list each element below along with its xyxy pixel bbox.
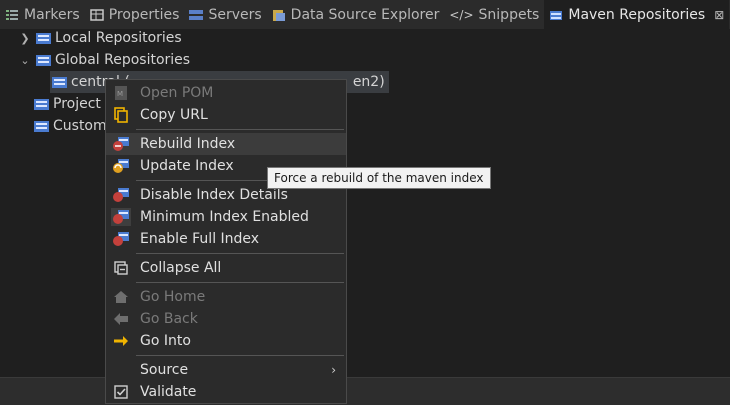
tab-snippets[interactable]: </> Snippets [444, 0, 544, 29]
menu-separator [136, 355, 344, 356]
chevron-right-icon: › [331, 363, 336, 377]
menu-item-rebuild-index[interactable]: Rebuild Index [106, 133, 346, 155]
menu-item-label: Enable Full Index [140, 231, 260, 247]
tooltip: Force a rebuild of the maven index [267, 167, 491, 189]
tree-item-label-tail: en2) [352, 74, 385, 90]
checkbox-icon [111, 383, 131, 401]
close-icon[interactable]: ⊠ [714, 8, 724, 22]
tab-label: Snippets [478, 6, 540, 23]
tab-markers[interactable]: Markers [0, 0, 85, 29]
menu-item-label: Copy URL [140, 107, 208, 123]
tab-data-source-explorer[interactable]: Data Source Explorer [267, 0, 445, 29]
maven-index-icon [111, 135, 131, 153]
properties-icon [89, 8, 104, 21]
tab-label: Maven Repositories [568, 6, 706, 23]
repository-icon [34, 120, 49, 132]
tab-servers[interactable]: Servers [184, 0, 266, 29]
maven-index-icon [111, 186, 131, 204]
snippets-icon: </> [449, 7, 474, 22]
menu-item-copy-url[interactable]: Copy URL [106, 104, 346, 126]
repository-icon [34, 98, 49, 110]
maven-index-icon [111, 208, 131, 226]
menu-item-enable-full-index[interactable]: Enable Full Index [106, 228, 346, 250]
repository-icon [52, 76, 67, 88]
menu-separator [136, 253, 344, 254]
tree-item-label: Local Repositories [55, 30, 182, 46]
menu-separator [136, 282, 344, 283]
servers-icon [189, 9, 204, 20]
tree-item-custom[interactable]: Custom [34, 115, 107, 137]
menu-item-label: Go Back [140, 311, 198, 327]
menu-item-label: Validate [140, 384, 197, 400]
maven-index-icon [111, 230, 131, 248]
menu-item-label: Minimum Index Enabled [140, 209, 309, 225]
tab-label: Servers [208, 6, 262, 23]
menu-item-validate[interactable]: Validate [106, 381, 346, 403]
menu-item-label: Open POM [140, 85, 214, 101]
tab-label: Markers [24, 6, 80, 23]
copy-icon [111, 106, 131, 124]
maven-repo-icon [550, 10, 563, 20]
menu-item-go-back[interactable]: Go Back [106, 308, 346, 330]
tree-item-label: Project [53, 96, 101, 112]
update-index-icon [111, 157, 131, 175]
svg-text:M: M [117, 90, 123, 98]
menu-item-go-home[interactable]: Go Home [106, 286, 346, 308]
tab-label: Data Source Explorer [290, 6, 440, 23]
menu-item-label: Go Home [140, 289, 206, 305]
menu-item-label: Rebuild Index [140, 136, 236, 152]
tree-item-local-repositories[interactable]: ❯ Local Repositories [18, 27, 182, 49]
tab-properties[interactable]: Properties [85, 0, 185, 29]
menu-item-label: Update Index [140, 158, 234, 174]
home-icon [111, 288, 131, 306]
menu-item-label: Source [140, 362, 189, 378]
menu-item-open-pom[interactable]: M Open POM [106, 82, 346, 104]
markers-icon [6, 9, 18, 20]
back-arrow-icon [111, 310, 131, 328]
menu-item-collapse-all[interactable]: Collapse All [106, 257, 346, 279]
menu-item-minimum-index-enabled[interactable]: Minimum Index Enabled [106, 206, 346, 228]
tree-item-label: Custom [53, 118, 107, 134]
chevron-right-icon[interactable]: ❯ [18, 32, 32, 45]
menu-item-label: Go Into [140, 333, 191, 349]
menu-item-label: Disable Index Details [140, 187, 288, 203]
tree-item-label: Global Repositories [55, 52, 191, 68]
repository-icon [36, 54, 51, 66]
repository-icon [36, 32, 51, 44]
menu-separator [136, 129, 344, 130]
forward-arrow-icon [111, 332, 131, 350]
data-source-icon [272, 9, 285, 21]
context-menu: M Open POM Copy URL Rebuild Index Update… [105, 79, 347, 404]
pom-file-icon: M [111, 84, 131, 102]
tab-maven-repositories[interactable]: Maven Repositories ⊠ [544, 0, 730, 29]
tree-item-global-repositories[interactable]: ⌄ Global Repositories [18, 49, 190, 71]
collapse-all-icon [111, 259, 131, 277]
chevron-down-icon[interactable]: ⌄ [18, 54, 32, 67]
tree-item-project[interactable]: Project [34, 93, 101, 115]
tab-label: Properties [108, 6, 180, 23]
view-tab-bar: Markers Properties Servers Data Source E… [0, 0, 730, 29]
menu-item-go-into[interactable]: Go Into [106, 330, 346, 352]
menu-item-source[interactable]: Source › [106, 359, 346, 381]
menu-item-label: Collapse All [140, 260, 222, 276]
